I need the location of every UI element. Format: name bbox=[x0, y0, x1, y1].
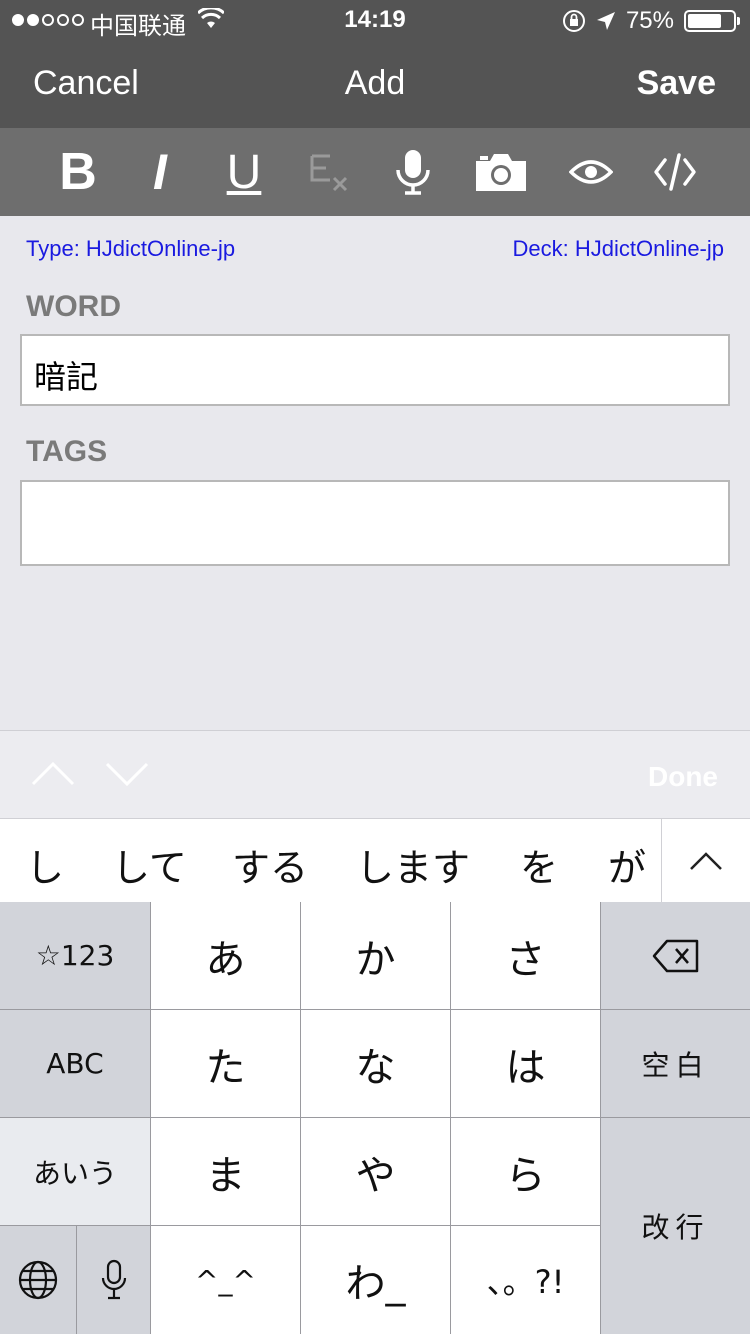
key-wa[interactable]: わ_ bbox=[301, 1226, 450, 1334]
microphone-icon bbox=[101, 1259, 126, 1300]
return-key[interactable]: 改行 bbox=[601, 1118, 750, 1334]
key-a[interactable]: あ bbox=[151, 902, 300, 1009]
numbers-key[interactable]: ☆123 bbox=[0, 902, 150, 1009]
bold-icon[interactable]: B bbox=[50, 142, 106, 202]
candidate-item[interactable]: を bbox=[520, 837, 558, 892]
keyboard-accessory-bar: Done bbox=[0, 730, 750, 819]
done-button[interactable]: Done bbox=[648, 761, 718, 793]
key-sa[interactable]: さ bbox=[451, 902, 600, 1009]
eye-icon[interactable] bbox=[564, 142, 618, 202]
expand-candidates-button[interactable] bbox=[661, 819, 750, 903]
key-ra[interactable]: ら bbox=[451, 1118, 600, 1225]
globe-icon bbox=[18, 1260, 58, 1300]
emoticon-key[interactable]: ^_^ bbox=[151, 1226, 300, 1334]
delete-key[interactable] bbox=[601, 902, 750, 1009]
space-key[interactable]: 空白 bbox=[601, 1010, 750, 1117]
note-type-link[interactable]: Type: HJdictOnline-jp bbox=[26, 236, 235, 262]
key-ha[interactable]: は bbox=[451, 1010, 600, 1117]
backspace-icon bbox=[652, 939, 698, 972]
deck-link[interactable]: Deck: HJdictOnline-jp bbox=[512, 236, 724, 262]
japanese-keyboard: ☆123 あ か さ ABC た な は 空白 あいう ま や ら 改行 ^_^… bbox=[0, 902, 750, 1334]
candidate-item[interactable]: し bbox=[26, 837, 64, 892]
abc-key[interactable]: ABC bbox=[0, 1010, 150, 1117]
chevron-up-icon bbox=[690, 852, 722, 870]
orientation-lock-icon bbox=[562, 10, 585, 32]
kana-mode-key[interactable]: あいう bbox=[0, 1118, 150, 1225]
candidate-bar: し して する します を が bbox=[0, 818, 750, 903]
tags-field-label: TAGS bbox=[26, 435, 108, 468]
previous-field-icon[interactable] bbox=[30, 759, 76, 787]
candidate-item[interactable]: して bbox=[112, 837, 187, 892]
italic-icon[interactable]: I bbox=[132, 142, 188, 202]
save-button[interactable]: Save bbox=[637, 64, 716, 103]
candidate-item[interactable]: します bbox=[356, 837, 470, 892]
word-field-value: 暗記 bbox=[34, 358, 99, 396]
word-field[interactable]: 暗記 bbox=[20, 334, 730, 406]
battery-percent: 75% bbox=[625, 7, 674, 34]
clear-format-icon[interactable] bbox=[300, 142, 356, 202]
camera-icon[interactable] bbox=[470, 142, 532, 202]
microphone-icon[interactable] bbox=[388, 142, 438, 202]
top-bar: 中国联通 14:19 75% Cancel Add Save bbox=[0, 0, 750, 128]
tags-field[interactable] bbox=[20, 480, 730, 566]
candidate-item[interactable]: が bbox=[608, 837, 646, 892]
key-na[interactable]: な bbox=[301, 1010, 450, 1117]
next-field-icon[interactable] bbox=[104, 761, 150, 789]
battery-level bbox=[688, 14, 721, 28]
globe-key[interactable] bbox=[0, 1226, 76, 1334]
key-ta[interactable]: た bbox=[151, 1010, 300, 1117]
candidate-item[interactable]: する bbox=[232, 837, 308, 892]
key-ka[interactable]: か bbox=[301, 902, 450, 1009]
dictation-key[interactable] bbox=[77, 1226, 150, 1334]
code-icon[interactable] bbox=[648, 142, 702, 202]
underline-icon[interactable]: U bbox=[214, 142, 274, 202]
location-icon bbox=[596, 12, 615, 30]
format-toolbar: B I U bbox=[0, 128, 750, 216]
punctuation-key[interactable]: 、。?! bbox=[451, 1226, 600, 1334]
status-bar: 中国联通 14:19 75% bbox=[0, 0, 750, 40]
word-field-label: WORD bbox=[26, 290, 121, 323]
key-ya[interactable]: や bbox=[301, 1118, 450, 1225]
battery-icon bbox=[684, 10, 740, 32]
key-ma[interactable]: ま bbox=[151, 1118, 300, 1225]
